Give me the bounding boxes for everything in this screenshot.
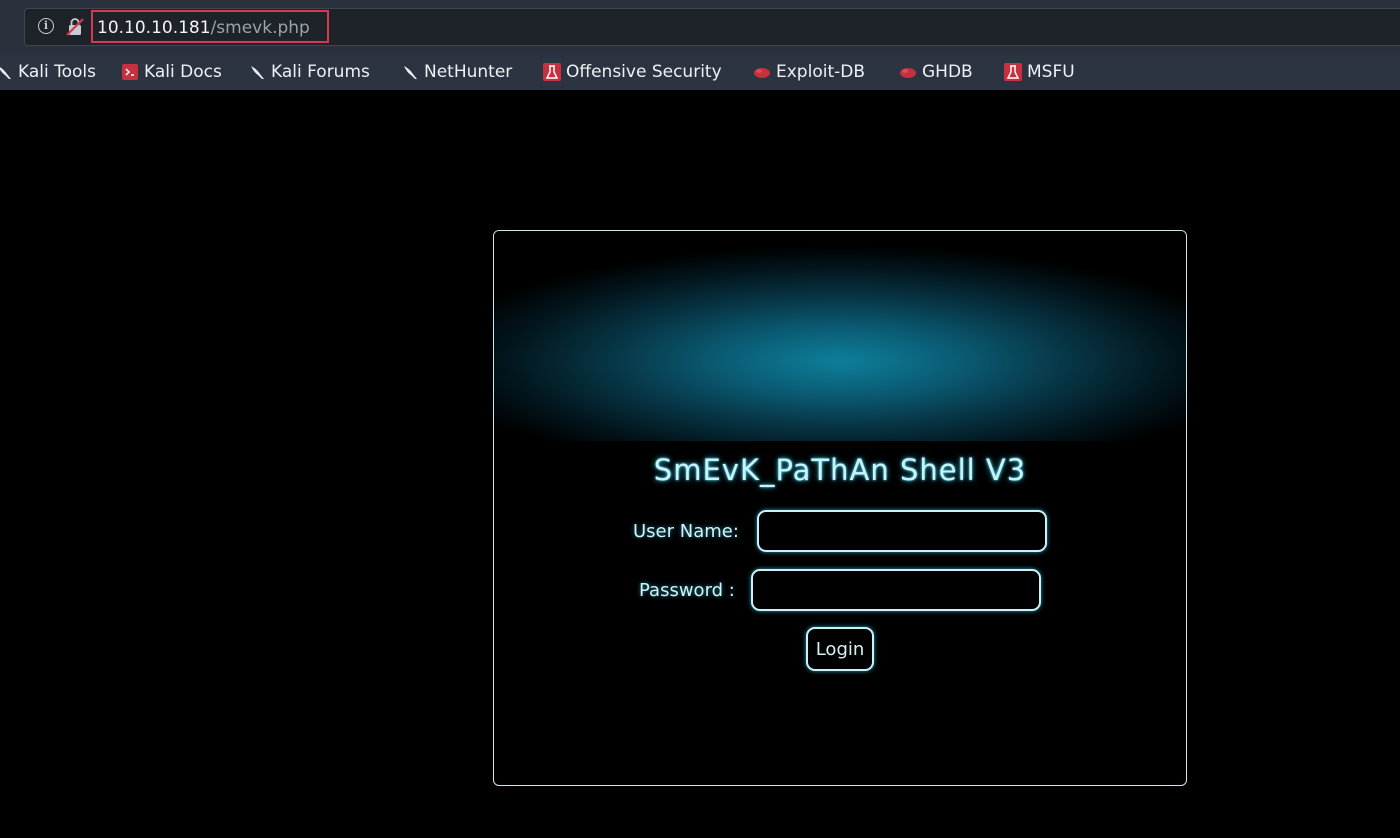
offsec-icon [542,62,562,82]
bookmark-kali-docs[interactable]: Kali Docs [120,60,222,84]
username-field[interactable] [757,510,1047,552]
offsec-icon [1003,62,1023,82]
kali-docs-icon [120,62,140,82]
bookmark-label: Kali Docs [144,62,222,82]
kali-dragon-icon [247,62,267,82]
password-field[interactable] [751,569,1041,611]
bookmark-label: Exploit-DB [776,62,865,82]
bookmark-label: Kali Forums [271,62,370,82]
bookmark-msfu[interactable]: MSFU [1003,60,1075,84]
bookmark-label: Offensive Security [566,62,722,82]
login-card: SmEvK_PaThAn Shell V3 User Name: Passwor… [493,230,1187,786]
kali-dragon-icon [400,62,420,82]
exploitdb-icon [752,62,772,82]
shell-title: SmEvK_PaThAn Shell V3 [653,453,1027,487]
url-host: 10.10.10.181 [97,18,211,38]
bookmark-kali-tools[interactable]: Kali Tools [0,60,96,84]
browser-chrome: i 10.10.10.181/smevk.php Kali Tools Kali… [0,0,1400,90]
kali-dragon-icon [0,62,14,82]
bookmark-label: NetHunter [424,62,513,82]
navigation-toolbar: i 10.10.10.181/smevk.php [0,0,1400,54]
info-icon[interactable]: i [38,18,54,34]
bookmark-offensive-security[interactable]: Offensive Security [542,60,722,84]
insecure-connection-icon[interactable] [65,17,85,37]
bookmark-nethunter[interactable]: NetHunter [400,60,512,84]
glow-banner [494,231,1186,441]
url-text[interactable]: 10.10.10.181/smevk.php [97,18,310,38]
bookmark-exploit-db[interactable]: Exploit-DB [752,60,865,84]
bookmark-label: MSFU [1027,62,1075,82]
bookmark-ghdb[interactable]: GHDB [898,60,973,84]
url-path: /smevk.php [210,18,310,38]
exploitdb-icon [898,62,918,82]
bookmark-kali-forums[interactable]: Kali Forums [247,60,370,84]
login-button[interactable]: Login [806,627,874,671]
password-label: Password : [639,580,735,601]
bookmark-label: Kali Tools [18,62,96,82]
url-bar[interactable]: i 10.10.10.181/smevk.php [24,8,1400,46]
username-label: User Name: [633,521,739,542]
bookmark-label: GHDB [922,62,973,82]
bookmarks-toolbar: Kali Tools Kali Docs Kali Forums NetHunt… [0,54,1400,90]
